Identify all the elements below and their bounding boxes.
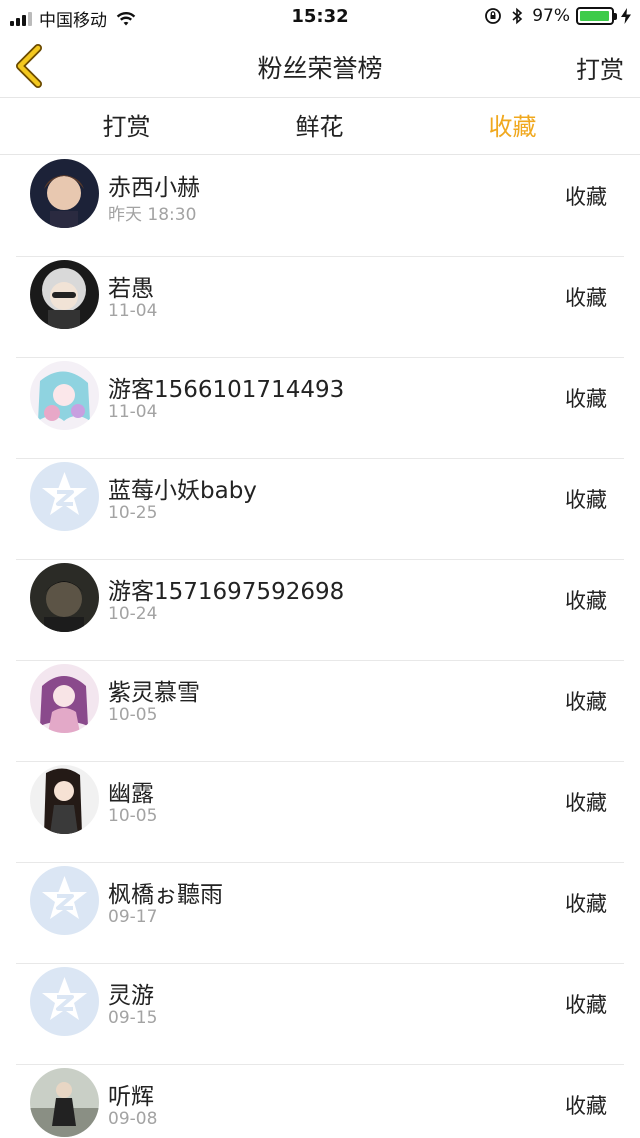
avatar [30, 765, 99, 834]
list-item[interactable]: 紫灵慕雪 10-05 收藏 [0, 661, 640, 762]
action-label: 收藏 [565, 1094, 607, 1118]
user-date: 10-24 [108, 604, 158, 624]
list-item[interactable]: 幽露 10-05 收藏 [0, 762, 640, 863]
default-avatar-icon [30, 462, 99, 531]
action-label: 收藏 [565, 488, 607, 512]
user-date: 10-25 [108, 503, 158, 523]
tab-bar: 打赏 鲜花 收藏 [0, 99, 640, 155]
list-item[interactable]: 听辉 09-08 收藏 [0, 1065, 640, 1138]
charging-bolt-icon [621, 8, 631, 24]
list-item[interactable]: 赤西小赫 昨天 18:30 收藏 [0, 156, 640, 257]
action-label: 收藏 [565, 185, 607, 209]
reward-button[interactable]: 打赏 [576, 50, 624, 85]
battery-icon [576, 7, 617, 25]
battery-fill [580, 11, 610, 21]
user-date: 09-15 [108, 1008, 158, 1028]
page-title: 粉丝荣誉榜 [257, 54, 383, 83]
action-label: 收藏 [565, 993, 607, 1017]
bluetooth-icon [512, 7, 523, 25]
fan-list: 赤西小赫 昨天 18:30 收藏 若愚 11-04 收藏 游客156610171… [0, 156, 640, 1138]
avatar [30, 159, 99, 228]
default-avatar-icon [30, 967, 99, 1036]
user-date: 11-04 [108, 402, 158, 422]
user-name: 游客1571697592698 [108, 579, 345, 605]
action-label: 收藏 [565, 892, 607, 916]
user-date: 09-08 [108, 1109, 158, 1129]
user-name: 枫橋ぉ聽雨 [108, 882, 223, 908]
action-label: 收藏 [565, 387, 607, 411]
list-item[interactable]: 若愚 11-04 收藏 [0, 257, 640, 358]
user-name: 听辉 [108, 1084, 154, 1110]
avatar [30, 260, 99, 329]
tab-reward[interactable]: 打赏 [30, 99, 223, 154]
action-label: 收藏 [565, 589, 607, 613]
battery-percent: 97% [532, 6, 570, 26]
user-name: 游客1566101714493 [108, 377, 345, 403]
tab-favorites[interactable]: 收藏 [416, 99, 609, 154]
status-bar: 中国移动 15:32 97% [0, 0, 640, 34]
avatar [30, 664, 99, 733]
user-name: 若愚 [108, 276, 154, 302]
action-label: 收藏 [565, 286, 607, 310]
avatar [30, 563, 99, 632]
list-item[interactable]: 蓝莓小妖baby 10-25 收藏 [0, 459, 640, 560]
user-date: 09-17 [108, 907, 158, 927]
status-right: 97% [484, 6, 632, 26]
list-item[interactable]: 游客1571697592698 10-24 收藏 [0, 560, 640, 661]
avatar [30, 361, 99, 430]
action-label: 收藏 [565, 791, 607, 815]
user-name: 灵游 [108, 983, 154, 1009]
nav-bar: 粉丝荣誉榜 打赏 [0, 34, 640, 98]
default-avatar-icon [30, 866, 99, 935]
list-item[interactable]: 枫橋ぉ聽雨 09-17 收藏 [0, 863, 640, 964]
user-name: 紫灵慕雪 [108, 680, 200, 706]
orientation-lock-icon [485, 8, 502, 24]
list-item[interactable]: 游客1566101714493 11-04 收藏 [0, 358, 640, 459]
tab-flowers[interactable]: 鲜花 [223, 99, 416, 154]
avatar [30, 1068, 99, 1137]
user-name: 蓝莓小妖baby [108, 478, 257, 504]
action-label: 收藏 [565, 690, 607, 714]
user-date: 11-04 [108, 301, 158, 321]
user-name: 幽露 [108, 781, 154, 807]
list-item[interactable]: 灵游 09-15 收藏 [0, 964, 640, 1065]
user-name: 赤西小赫 [108, 175, 200, 201]
user-date: 10-05 [108, 705, 158, 725]
user-date: 昨天 18:30 [108, 205, 197, 225]
user-date: 10-05 [108, 806, 158, 826]
